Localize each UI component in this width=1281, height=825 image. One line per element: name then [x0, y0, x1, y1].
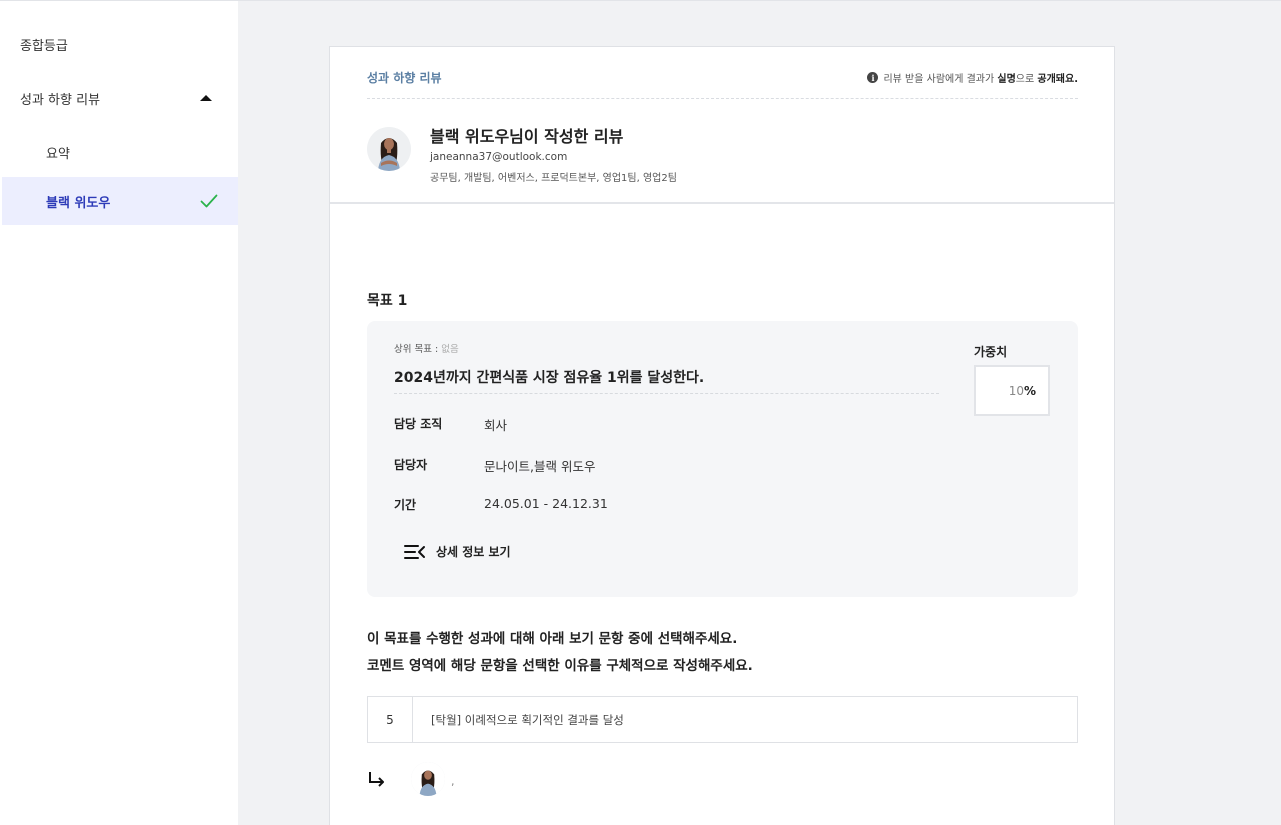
caret-up-icon: [200, 95, 212, 101]
selected-answer[interactable]: 5 [탁월] 이례적으로 획기적인 결과를 달성: [367, 696, 1078, 743]
view-details-label: 상세 정보 보기: [436, 545, 511, 559]
notice-strong-public: 공개돼요.: [1037, 74, 1078, 85]
sidebar-item-summary[interactable]: 요약: [0, 128, 238, 176]
instruction-line-2: 코멘트 영역에 해당 문항을 선택한 이유를 구체적으로 작성해주세요.: [367, 658, 753, 674]
answer-text: [탁월] 이례적으로 획기적인 결과를 달성: [431, 712, 624, 727]
weight-label: 가중치: [974, 345, 1008, 359]
goal-box: 상위 목표 : 없음 2024년까지 간편식품 시장 점유율 1위를 달성한다.…: [367, 321, 1078, 597]
parent-goal: 상위 목표 : 없음: [394, 341, 459, 355]
notice-strong-realname: 실명: [997, 74, 1016, 85]
sidebar-item-label: 요약: [46, 146, 70, 162]
section-title: 성과 하향 리뷰: [367, 71, 442, 85]
avatar: [367, 127, 411, 171]
sidebar-item-overall-grade[interactable]: 종합등급: [0, 20, 238, 68]
commenter-avatar: [411, 762, 445, 796]
header-divider: [330, 202, 1114, 204]
notice-middle: 으로: [1015, 74, 1038, 85]
instruction-line-1: 이 목표를 수행한 성과에 대해 아래 보기 문항 중에 선택해주세요.: [367, 631, 738, 647]
sidebar-item-label: 블랙 위도우: [46, 195, 111, 211]
reviewer-email: janeanna37@outlook.com: [430, 151, 568, 163]
field-label-period: 기간: [394, 498, 417, 512]
reviewer-name: 블랙 위도우님이 작성한 리뷰: [430, 127, 624, 146]
reply-arrow-icon: [369, 772, 384, 787]
weight-unit: %: [1023, 383, 1036, 398]
reviewer-teams: 공무팀, 개발팀, 어벤저스, 프로덕트본부, 영업1팀, 영업2팀: [430, 173, 677, 184]
parent-goal-label: 상위 목표 :: [394, 344, 442, 355]
sidebar-item-label: 종합등급: [20, 38, 68, 54]
list-collapse-icon: [404, 544, 425, 559]
view-details-button[interactable]: 상세 정보 보기: [404, 543, 511, 560]
sidebar-item-label: 성과 하향 리뷰: [20, 92, 101, 108]
notice-prefix: 리뷰 받을 사람에게 결과가: [883, 74, 998, 85]
review-header: 성과 하향 리뷰 i 리뷰 받을 사람에게 결과가 실명으로 공개돼요. 블랙 …: [330, 47, 1114, 203]
field-label-owner: 담당자: [394, 458, 428, 472]
goal-title: 목표 1: [367, 293, 408, 309]
answer-score: 5: [368, 697, 413, 742]
sidebar-item-downward-review[interactable]: 성과 하향 리뷰: [0, 74, 238, 122]
check-icon: [200, 194, 218, 208]
notice-text: 리뷰 받을 사람에게 결과가 실명으로 공개돼요.: [883, 70, 1078, 85]
field-value-org: 회사: [484, 418, 508, 433]
divider: [367, 98, 1078, 99]
comment-row: [367, 762, 445, 796]
sidebar: 종합등급 성과 하향 리뷰 요약 블랙 위도우: [0, 1, 238, 825]
info-icon: i: [867, 72, 879, 83]
goal-text: 2024년까지 간편식품 시장 점유율 1위를 달성한다.: [394, 370, 705, 386]
comment-text: ,: [451, 775, 455, 788]
field-value-period: 24.05.01 - 24.12.31: [484, 496, 608, 511]
field-value-owner: 문나이트,블랙 위도우: [484, 459, 596, 474]
divider: [394, 393, 939, 394]
weight-value: 10%: [974, 365, 1050, 416]
field-label-org: 담당 조직: [394, 417, 443, 431]
sidebar-item-black-widow[interactable]: 블랙 위도우: [2, 177, 238, 225]
weight-number: 10: [1008, 383, 1024, 398]
review-card: 성과 하향 리뷰 i 리뷰 받을 사람에게 결과가 실명으로 공개돼요. 블랙 …: [329, 46, 1115, 825]
parent-goal-value: 없음: [441, 344, 459, 355]
visibility-notice: i 리뷰 받을 사람에게 결과가 실명으로 공개돼요.: [867, 70, 1078, 85]
